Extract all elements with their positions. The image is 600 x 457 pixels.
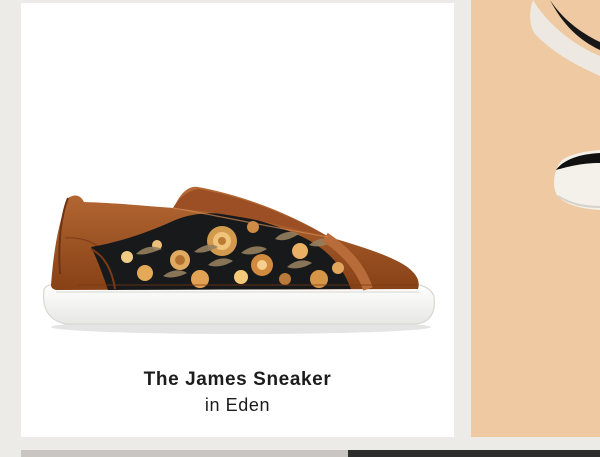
partial-sneaker-image[interactable]	[471, 0, 600, 437]
product-name[interactable]: The James Sneaker	[21, 369, 454, 391]
floral-slip-on-sneaker-image[interactable]	[36, 173, 438, 338]
next-product-image-dark-strip	[348, 450, 600, 457]
product-card[interactable]: The James Sneaker in Eden	[21, 3, 454, 437]
product-variant: in Eden	[204, 395, 271, 415]
adjacent-product-card[interactable]	[471, 0, 600, 437]
